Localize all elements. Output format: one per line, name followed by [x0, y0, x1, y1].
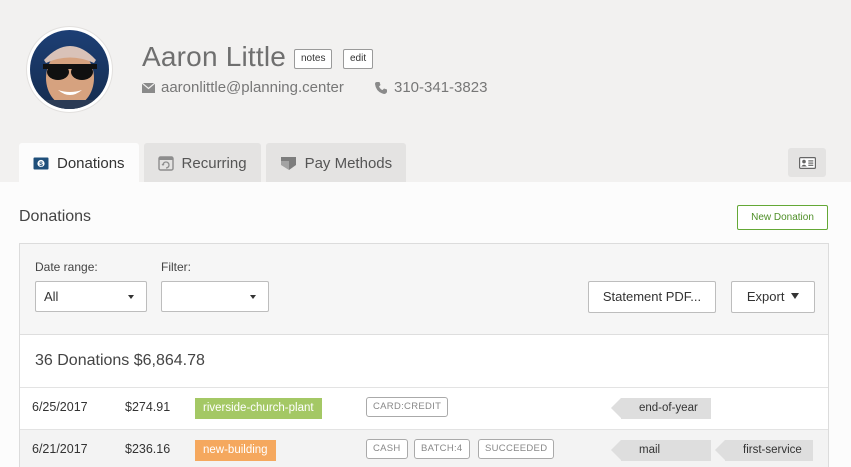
donations-summary: 36 Donations $6,864.78 — [35, 352, 205, 369]
batch-badge: BATCH:4 — [414, 439, 470, 459]
notes-button[interactable]: notes — [294, 49, 333, 69]
date-range-value: All — [44, 289, 59, 304]
contact-card-button[interactable] — [788, 148, 826, 177]
phone-icon — [375, 81, 387, 94]
date-range-select[interactable]: All — [35, 281, 147, 312]
svg-text:$: $ — [39, 161, 43, 168]
donation-date: 6/25/2017 — [32, 400, 88, 414]
envelope-icon — [142, 82, 155, 93]
section-title: Donations — [19, 208, 92, 225]
profile-tabs: $ Donations Recurring Pay Methods — [19, 143, 407, 183]
fund-tag: riverside-church-plant — [195, 398, 322, 419]
export-label: Export — [746, 289, 785, 304]
donations-panel: Date range: All Filter: Statement PDF...… — [19, 243, 829, 467]
donations-section: Donations New Donation Date range: All F… — [0, 182, 851, 467]
phone-text: 310-341-3823 — [394, 79, 488, 96]
donation-date: 6/21/2017 — [32, 442, 88, 456]
export-button[interactable]: Export — [731, 281, 815, 313]
donation-amount: $236.16 — [125, 442, 171, 456]
label-tag[interactable]: first-service — [715, 440, 813, 461]
contact-card-icon — [798, 156, 816, 169]
caret-down-icon — [128, 295, 134, 299]
tab-label: Pay Methods — [304, 154, 393, 172]
donation-amount: $274.91 — [125, 400, 171, 414]
edit-button[interactable]: edit — [343, 49, 374, 69]
phone-contact[interactable]: 310-341-3823 — [374, 79, 487, 96]
label-tag[interactable]: end-of-year — [611, 398, 711, 419]
statement-pdf-button[interactable]: Statement PDF... — [588, 281, 716, 313]
fund-tag: new-building — [195, 440, 276, 461]
donation-row[interactable]: 6/21/2017 $236.16 new-building CASH BATC… — [20, 429, 828, 467]
person-name: Aaron Little — [142, 41, 287, 72]
avatar[interactable] — [27, 27, 112, 112]
filter-select[interactable] — [161, 281, 269, 312]
donation-row[interactable]: 6/25/2017 $274.91 riverside-church-plant… — [20, 387, 828, 428]
payment-badge: CARD:CREDIT — [366, 397, 449, 417]
email-contact[interactable]: aaronlittle@planning.center — [142, 79, 344, 96]
filter-label: Filter: — [161, 260, 191, 274]
recurring-icon — [157, 156, 174, 171]
tab-recurring[interactable]: Recurring — [143, 143, 261, 183]
tab-label: Recurring — [181, 154, 247, 172]
caret-down-icon — [791, 293, 800, 299]
payment-badge: CASH — [366, 439, 408, 459]
tab-donations[interactable]: $ Donations — [19, 143, 139, 183]
tab-pay-methods[interactable]: Pay Methods — [265, 143, 407, 183]
pay-methods-icon — [280, 156, 296, 170]
profile-header: Aaron Little notes edit aaronlittle@plan… — [0, 0, 851, 183]
tab-label: Donations — [57, 154, 125, 172]
new-donation-button[interactable]: New Donation — [737, 205, 828, 230]
avatar-photo — [30, 30, 109, 109]
label-tag[interactable]: mail — [611, 440, 711, 461]
status-badge: SUCCEEDED — [478, 439, 555, 459]
date-range-label: Date range: — [35, 260, 98, 274]
filter-bar: Date range: All Filter: Statement PDF...… — [20, 244, 828, 335]
email-text: aaronlittle@planning.center — [161, 79, 344, 96]
donation-icon: $ — [33, 157, 49, 169]
caret-down-icon — [250, 295, 256, 299]
